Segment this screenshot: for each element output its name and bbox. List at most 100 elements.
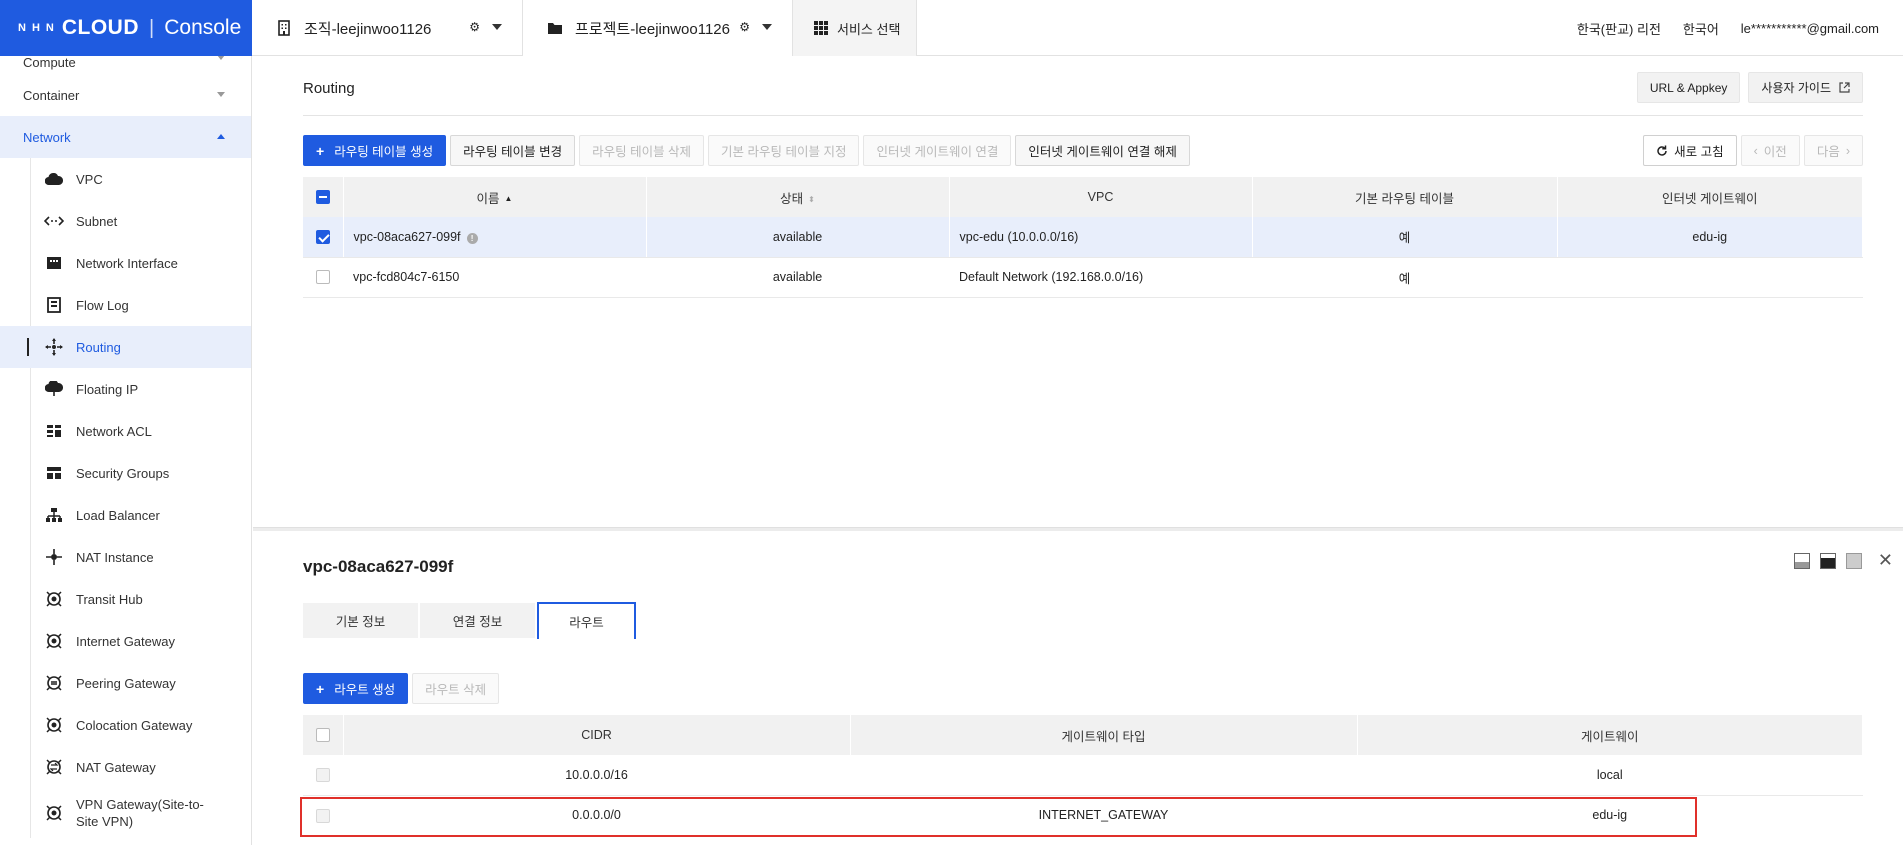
nat-instance-icon [44,548,64,566]
sidebar-item-colocation-gateway[interactable]: Colocation Gateway [0,704,251,746]
service-select-button[interactable]: 서비스 선택 [793,0,917,56]
sidebar-item-transit-hub[interactable]: Transit Hub [0,578,251,620]
sidebar-item-load-balancer[interactable]: Load Balancer [0,494,251,536]
row-name-cell: vpc-08aca627-099f! [343,217,647,258]
tab-connection-info[interactable]: 연결 정보 [420,603,535,638]
row-name-cell: vpc-fcd804c7-6150 [343,257,646,298]
org-selector[interactable]: 조직-leejinwoo1126 ⚙ [252,0,523,56]
title-divider [303,115,1863,116]
sidebar-item-nat-instance[interactable]: NAT Instance [0,536,251,578]
load-balancer-icon [44,506,64,524]
url-appkey-button[interactable]: URL & Appkey [1636,72,1741,103]
logo-nhn-text: NHN [18,22,60,34]
row-name: vpc-fcd804c7-6150 [353,270,460,284]
sidebar-item-network-interface[interactable]: Network Interface [0,242,251,284]
delete-route-button[interactable]: 라우트 삭제 [412,673,500,704]
tab-route[interactable]: 라우트 [537,602,636,639]
row-checkbox-cell [303,217,344,258]
modify-routing-table-button[interactable]: 라우팅 테이블 변경 [450,135,576,166]
column-header-name[interactable]: 이름 ▲ [343,177,647,217]
row-name: vpc-08aca627-099f [353,229,461,244]
main-content: Routing URL & Appkey 사용자 가이드 + 라우팅 테이블 생성… [253,57,1903,845]
page-title: Routing [303,80,355,97]
column-header-gateway: 게이트웨이 [1357,715,1863,755]
project-selector[interactable]: 프로젝트-leejinwoo1126 ⚙ [523,0,793,56]
transit-hub-icon [44,590,64,608]
create-route-button[interactable]: + 라우트 생성 [303,673,409,704]
sidebar-item-label: NAT Gateway [76,759,156,775]
sidebar-item-network-acl[interactable]: Network ACL [0,410,251,452]
prev-label: 이전 [1763,145,1787,159]
panel-large-icon[interactable] [1845,552,1862,569]
create-label: 라우팅 테이블 생성 [334,145,434,159]
sidebar-item-label: NAT Instance [76,549,154,565]
row-checkbox[interactable] [316,270,330,285]
logo-console-text: Console [164,16,242,39]
disconnect-internet-gateway-button[interactable]: 인터넷 게이트웨이 연결 해제 [1015,135,1190,166]
table-row[interactable]: vpc-fcd804c7-6150 available Default Netw… [303,257,1863,298]
language-selector[interactable]: 한국어 [1683,19,1719,38]
tab-basic-info[interactable]: 기본 정보 [303,603,418,638]
category-label: Compute [23,56,76,70]
detail-title: vpc-08aca627-099f [303,557,454,576]
highlight-box [300,797,1697,837]
sidebar-category-container[interactable]: Container [0,74,251,116]
select-all-checkbox-cell [303,177,344,217]
sidebar-item-routing[interactable]: Routing [0,326,251,368]
sidebar-item-vpn-gateway[interactable]: VPN Gateway(Site-to-Site VPN) [0,788,251,838]
project-gear-icon[interactable]: ⚙ [739,20,750,34]
top-bar: NHN CLOUD | Console 조직-leejinwoo1126 ⚙ 프… [0,0,1903,56]
region-selector[interactable]: 한국(판교) 리전 [1577,19,1661,38]
sidebar-category-compute[interactable]: Compute [0,56,251,74]
chevron-down-icon [217,92,225,97]
disconnect-igw-label: 인터넷 게이트웨이 연결 해제 [1028,145,1177,159]
table-row[interactable]: 10.0.0.0/16 local [303,755,1863,796]
create-routing-table-button[interactable]: + 라우팅 테이블 생성 [303,135,447,166]
set-default-routing-table-button[interactable]: 기본 라우팅 테이블 지정 [708,135,860,166]
sidebar-item-flow-log[interactable]: Flow Log [0,284,251,326]
table-row[interactable]: vpc-08aca627-099f! available vpc-edu (10… [303,217,1863,258]
panel-small-icon[interactable] [1793,552,1810,569]
refresh-button[interactable]: 새로 고침 [1643,135,1737,166]
user-account[interactable]: le***********@gmail.com [1741,21,1879,36]
sidebar-item-label: Load Balancer [76,507,160,523]
panel-splitter[interactable] [253,527,1903,531]
project-chevron-down-icon[interactable] [762,24,772,30]
sidebar-item-vpc[interactable]: VPC [0,158,251,200]
sidebar-item-floating-ip[interactable]: Floating IP [0,368,251,410]
cloud-icon [44,170,64,188]
panel-size-controls: ✕ [1793,550,1893,571]
row-vpc: Default Network (192.168.0.0/16) [949,257,1252,298]
sidebar-item-security-groups[interactable]: Security Groups [0,452,251,494]
url-appkey-label: URL & Appkey [1649,80,1728,95]
logo-cloud-text: CLOUD [61,16,140,39]
nhn-cloud-logo[interactable]: NHN CLOUD | Console [0,0,252,56]
sidebar-item-internet-gateway[interactable]: Internet Gateway [0,620,251,662]
column-header-status[interactable]: 상태 ⬍ [646,177,950,217]
row-checkbox[interactable] [315,230,330,245]
sidebar-item-peering-gateway[interactable]: Peering Gateway [0,662,251,704]
delete-route-label: 라우트 삭제 [425,683,487,697]
org-chevron-down-icon[interactable] [492,24,502,30]
sidebar-item-label: Transit Hub [76,591,143,607]
table-header-row: CIDR 게이트웨이 타입 게이트웨이 [303,715,1863,755]
delete-routing-table-button[interactable]: 라우팅 테이블 삭제 [579,135,705,166]
sidebar-item-subnet[interactable]: Subnet [0,200,251,242]
row-checkbox [316,768,330,783]
connect-internet-gateway-button[interactable]: 인터넷 게이트웨이 연결 [863,135,1012,166]
user-guide-button[interactable]: 사용자 가이드 [1748,72,1863,103]
prev-page-button[interactable]: ‹ 이전 [1740,135,1800,166]
routing-table: 이름 ▲ 상태 ⬍ VPC 기본 라우팅 테이블 인터넷 게이트웨이 vpc-08a… [303,177,1863,298]
sidebar-category-network[interactable]: Network [0,116,251,158]
next-page-button[interactable]: 다음 › [1803,135,1863,166]
peering-gateway-icon [44,674,64,692]
select-all-checkbox[interactable] [315,190,330,205]
column-label: 기본 라우팅 테이블 [1355,191,1454,206]
sidebar-item-nat-gateway[interactable]: NAT Gateway [0,746,251,788]
close-icon[interactable]: ✕ [1878,550,1893,571]
next-label: 다음 [1816,145,1840,159]
info-icon[interactable]: ! [466,232,478,244]
org-gear-icon[interactable]: ⚙ [469,20,480,34]
panel-medium-icon[interactable] [1819,552,1836,569]
select-all-checkbox[interactable] [315,728,330,743]
